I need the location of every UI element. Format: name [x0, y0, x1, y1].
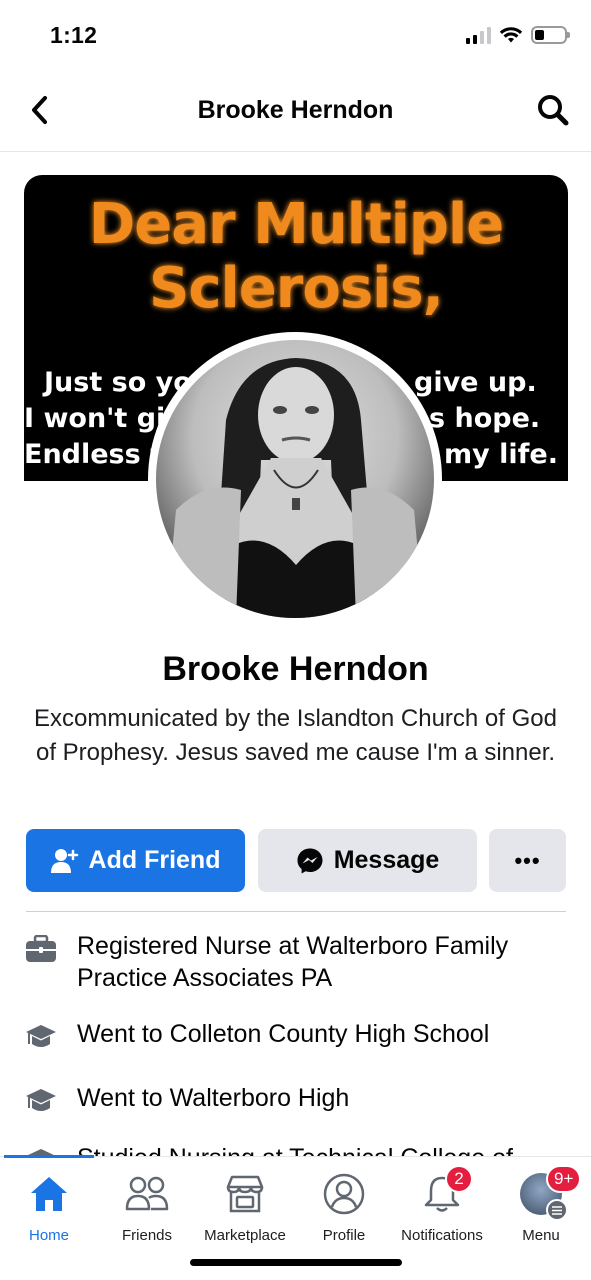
tab-home[interactable]: Home — [0, 1171, 104, 1244]
home-indicator — [190, 1259, 402, 1266]
status-bar: 1:12 — [0, 0, 591, 72]
tab-menu[interactable]: 9+ Menu — [486, 1165, 591, 1244]
menu-badge: 9+ — [546, 1165, 582, 1193]
profile-icon — [289, 1171, 399, 1217]
profile-picture[interactable] — [148, 332, 442, 626]
messenger-icon — [297, 848, 323, 873]
wifi-icon — [499, 27, 523, 43]
add-friend-label: Add Friend — [88, 846, 221, 874]
graduation-cap-icon — [24, 1084, 58, 1118]
more-icon: ••• — [514, 847, 541, 873]
tab-label: Friends — [121, 1227, 173, 1244]
status-time: 1:12 — [50, 22, 98, 48]
nav-header: Brooke Herndon — [0, 72, 591, 152]
list-item[interactable]: Went to Colleton County High School — [24, 1018, 557, 1054]
battery-icon — [531, 26, 570, 44]
more-options-button[interactable]: ••• — [489, 829, 566, 892]
menu-avatar: 9+ — [486, 1165, 591, 1221]
education-text: Went to Walterboro High — [77, 1084, 350, 1112]
home-icon — [0, 1171, 104, 1217]
tab-label: Marketplace — [204, 1227, 286, 1244]
profile-bio: Excommunicated by the Islandton Church o… — [34, 705, 557, 766]
work-text: Registered Nurse at Walterboro Family Pr… — [77, 932, 509, 992]
tab-label: Menu — [522, 1227, 560, 1244]
add-friend-icon — [50, 848, 78, 873]
profile-photo — [156, 340, 434, 618]
tab-label: Profile — [322, 1227, 366, 1244]
menu-icon — [546, 1199, 568, 1221]
tab-label: Notifications — [401, 1227, 483, 1244]
message-button[interactable]: Message — [258, 829, 477, 892]
marketplace-icon — [190, 1171, 300, 1217]
profile-actions: Add Friend Message ••• — [26, 829, 566, 892]
tab-marketplace[interactable]: Marketplace — [190, 1171, 300, 1244]
message-label: Message — [333, 846, 440, 874]
search-button[interactable] — [533, 90, 573, 130]
bell-icon: 2 — [387, 1165, 497, 1217]
list-item[interactable]: Went to Walterboro High — [24, 1082, 557, 1118]
tab-notifications[interactable]: 2 Notifications — [387, 1165, 497, 1244]
tab-label: Home — [28, 1227, 69, 1244]
page-title: Brooke Herndon — [197, 96, 394, 124]
friends-icon — [92, 1171, 202, 1217]
cover-headline: Dear Multiple Sclerosis, — [88, 192, 504, 321]
tab-friends[interactable]: Friends — [92, 1171, 202, 1244]
notification-badge: 2 — [445, 1165, 473, 1193]
cellular-signal-icon — [466, 26, 491, 44]
status-icons — [466, 26, 570, 44]
intro-details: Registered Nurse at Walterboro Family Pr… — [24, 930, 574, 1160]
search-icon — [538, 95, 569, 126]
profile-name: Brooke Herndon — [162, 650, 429, 688]
add-friend-button[interactable]: Add Friend — [26, 829, 245, 892]
education-text: Went to Colleton County High School — [77, 1020, 490, 1048]
divider — [26, 911, 566, 912]
graduation-cap-icon — [24, 1020, 58, 1054]
list-item[interactable]: Registered Nurse at Walterboro Family Pr… — [24, 930, 557, 994]
active-tab-indicator — [4, 1155, 94, 1158]
briefcase-icon — [24, 932, 58, 966]
tab-profile[interactable]: Profile — [289, 1171, 399, 1244]
